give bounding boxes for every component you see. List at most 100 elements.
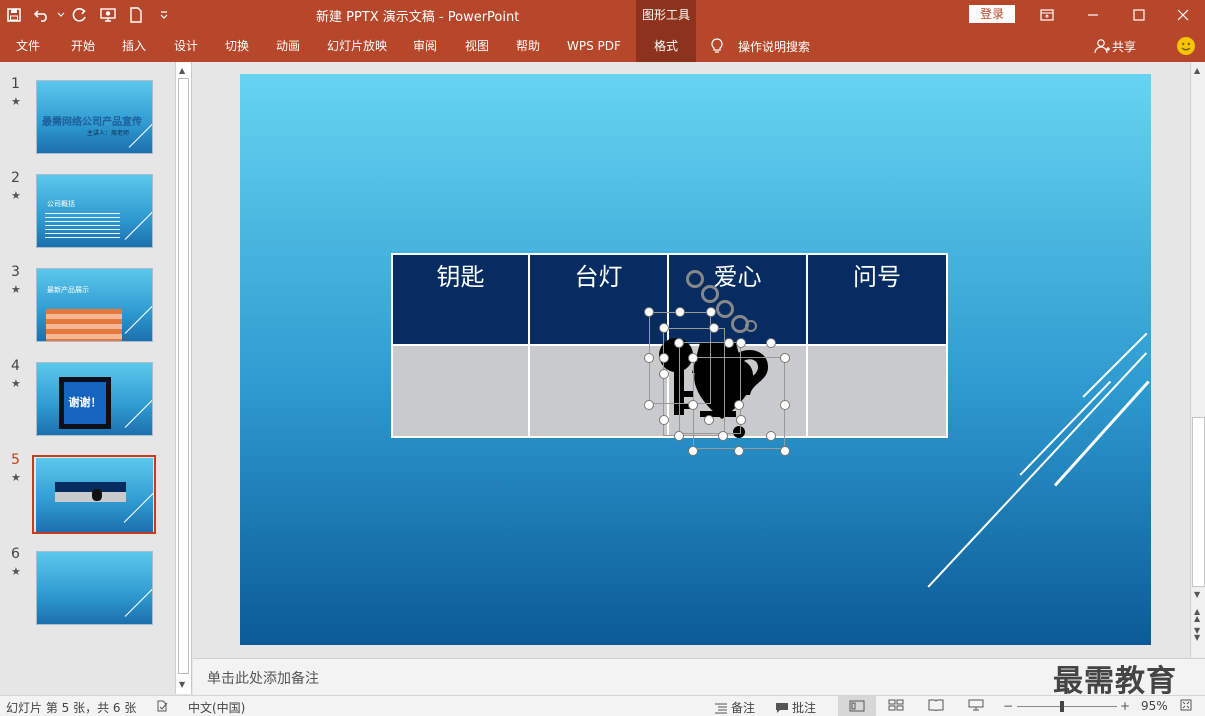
rotate-handle-icon[interactable] (686, 270, 704, 288)
zoom-in-button[interactable]: + (1120, 699, 1130, 713)
rotate-handle-icon[interactable] (745, 320, 757, 332)
resize-handle[interactable] (706, 307, 716, 317)
login-button[interactable]: 登录 (969, 5, 1015, 23)
tab-file[interactable]: 文件 (16, 30, 40, 62)
resize-handle[interactable] (780, 400, 790, 410)
resize-handle[interactable] (644, 400, 654, 410)
tab-transitions[interactable]: 切换 (225, 30, 249, 62)
spellcheck-icon[interactable] (156, 699, 170, 713)
resize-handle[interactable] (659, 353, 669, 363)
previous-slide-icon[interactable]: ▲ ▲ (1194, 608, 1200, 623)
zoom-slider-thumb[interactable] (1060, 701, 1064, 712)
table-header-cell[interactable]: 钥匙 (391, 253, 530, 344)
slide-sorter-button[interactable] (888, 699, 904, 711)
next-slide-icon[interactable]: ▼ ▼ (1194, 627, 1200, 642)
animation-star-icon: ★ (11, 377, 21, 390)
close-icon[interactable] (1160, 0, 1205, 30)
tab-review[interactable]: 审阅 (413, 30, 437, 62)
table-body-cell[interactable] (391, 344, 530, 438)
resize-handle[interactable] (736, 338, 746, 348)
resize-handle[interactable] (659, 369, 669, 379)
table-body-cell[interactable] (808, 344, 948, 438)
slideshow-from-start-icon[interactable] (94, 0, 122, 30)
scroll-down-icon[interactable]: ▼ (1194, 590, 1200, 599)
resize-handle[interactable] (659, 415, 669, 425)
undo-dropdown-icon[interactable] (56, 0, 66, 30)
slide-number: 4 (11, 358, 20, 374)
resize-handle[interactable] (675, 307, 685, 317)
ribbon-display-options-icon[interactable] (1024, 0, 1070, 30)
slideshow-button[interactable] (968, 699, 984, 711)
resize-handle[interactable] (709, 323, 719, 333)
scroll-thumb[interactable] (178, 78, 189, 674)
tab-animations[interactable]: 动画 (276, 30, 300, 62)
resize-handle[interactable] (718, 431, 728, 441)
minimize-icon[interactable] (1070, 0, 1116, 30)
slide-thumbnail-3[interactable]: 最新产品展示 (36, 268, 153, 342)
resize-handle[interactable] (688, 446, 698, 456)
save-icon[interactable] (0, 0, 28, 30)
tab-view[interactable]: 视图 (465, 30, 489, 62)
resize-handle[interactable] (644, 307, 654, 317)
resize-handle[interactable] (704, 415, 714, 425)
thumbnail-scrollbar[interactable]: ▲ ▼ (175, 62, 191, 694)
comments-toggle[interactable]: 批注 (775, 699, 816, 716)
zoom-out-button[interactable]: − (1003, 699, 1013, 713)
resize-handle[interactable] (780, 353, 790, 363)
slide-thumbnail-2[interactable]: 公司概括 (36, 174, 153, 248)
rotate-handle-icon[interactable] (716, 300, 734, 318)
resize-handle[interactable] (674, 431, 684, 441)
drawing-tools-context-label: 图形工具 (636, 0, 696, 30)
table-header-cell[interactable]: 问号 (808, 253, 948, 344)
tab-wps-pdf[interactable]: WPS PDF (567, 30, 621, 62)
slide-thumbnail-4[interactable]: 谢谢！ (36, 362, 153, 436)
scroll-up-icon[interactable]: ▲ (1194, 66, 1200, 75)
language-indicator[interactable]: 中文(中国) (188, 699, 245, 716)
tab-slideshow[interactable]: 幻灯片放映 (327, 30, 387, 62)
resize-handle[interactable] (644, 353, 654, 363)
resize-handle[interactable] (724, 338, 734, 348)
slide-thumbnail-5[interactable] (36, 458, 153, 532)
resize-handle[interactable] (688, 353, 698, 363)
scroll-thumb[interactable] (1192, 417, 1205, 587)
redo-icon[interactable] (66, 0, 94, 30)
normal-view-button[interactable] (838, 696, 876, 716)
tell-me-search[interactable]: 操作说明搜索 (710, 30, 810, 62)
new-file-icon[interactable] (122, 0, 150, 30)
resize-handle[interactable] (734, 400, 744, 410)
resize-handle[interactable] (734, 446, 744, 456)
fit-to-window-icon[interactable] (1180, 699, 1192, 711)
decor-line (124, 207, 152, 240)
zoom-level[interactable]: 95% (1141, 699, 1168, 713)
undo-icon[interactable] (28, 0, 56, 30)
resize-handle[interactable] (766, 431, 776, 441)
slide-number: 2 (11, 170, 20, 186)
resize-handle[interactable] (780, 446, 790, 456)
tab-insert[interactable]: 插入 (122, 30, 146, 62)
tab-home[interactable]: 开始 (71, 30, 95, 62)
slide-thumbnail-6[interactable] (36, 551, 153, 625)
editor-scrollbar[interactable]: ▲ ▼ ▲ ▲ ▼ ▼ (1190, 62, 1205, 658)
notes-toggle[interactable]: 备注 (714, 699, 755, 716)
maximize-icon[interactable] (1116, 0, 1162, 30)
current-slide[interactable]: 钥匙 台灯 爱心 问号 (240, 74, 1151, 645)
resize-handle[interactable] (659, 323, 669, 333)
tab-format[interactable]: 格式 (636, 30, 696, 62)
resize-handle[interactable] (688, 400, 698, 410)
customize-qat-icon[interactable] (150, 0, 178, 30)
person-icon (1094, 39, 1110, 54)
tab-help[interactable]: 帮助 (516, 30, 540, 62)
resize-handle[interactable] (674, 338, 684, 348)
resize-handle[interactable] (766, 338, 776, 348)
zoom-slider-track[interactable] (1017, 706, 1117, 707)
reading-view-button[interactable] (928, 699, 944, 711)
scroll-up-icon[interactable]: ▲ (179, 66, 185, 75)
resize-handle[interactable] (736, 415, 746, 425)
tab-design[interactable]: 设计 (174, 30, 198, 62)
share-button[interactable]: 共享 (1094, 30, 1136, 62)
tell-me-label: 操作说明搜索 (738, 39, 811, 54)
feedback-smiley-icon[interactable] (1177, 37, 1195, 55)
scroll-down-icon[interactable]: ▼ (179, 680, 185, 689)
rotate-handle-icon[interactable] (701, 285, 719, 303)
slide-thumbnail-1[interactable]: 最需网络公司产品宣传 主讲人：周老师 (36, 80, 153, 154)
